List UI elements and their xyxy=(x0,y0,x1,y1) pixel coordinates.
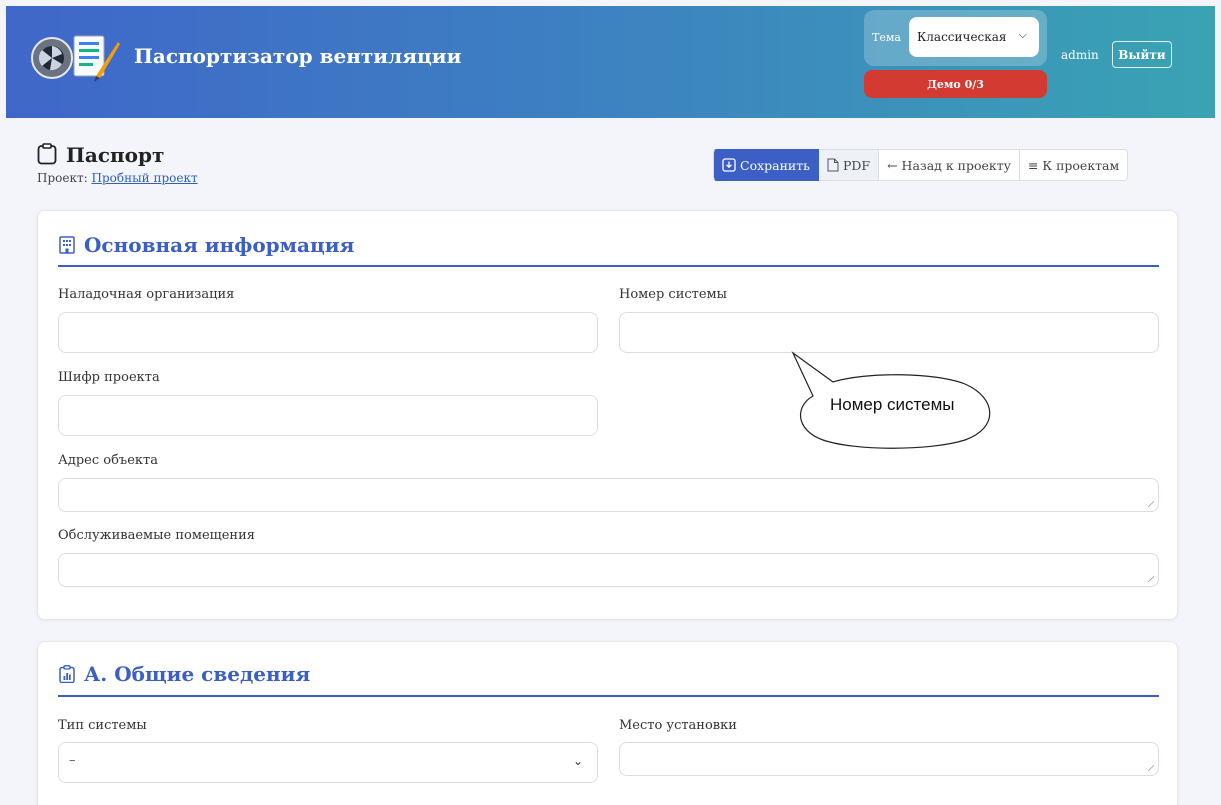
to-projects-button[interactable]: ≡ К проектам xyxy=(1019,149,1129,181)
chevron-down-icon: ⌄ xyxy=(572,754,583,768)
user-name: admin xyxy=(1061,48,1099,62)
resize-handle-icon[interactable] xyxy=(1147,575,1154,582)
pdf-label: PDF xyxy=(842,157,871,173)
cipher-label: Шифр проекта xyxy=(58,370,160,385)
save-button[interactable]: Сохранить xyxy=(713,149,819,181)
app-logo-icon xyxy=(31,35,120,82)
save-icon xyxy=(722,158,736,172)
resize-handle-icon[interactable] xyxy=(1147,764,1154,771)
pdf-button[interactable]: PDF xyxy=(818,149,880,181)
system-type-value: – xyxy=(69,753,76,768)
general-info-title: А. Общие сведения xyxy=(58,662,310,686)
cipher-input[interactable] xyxy=(58,395,598,436)
address-label: Адрес объекта xyxy=(58,453,158,468)
resize-handle-icon[interactable] xyxy=(1147,500,1154,507)
save-label: Сохранить xyxy=(740,157,810,173)
rooms-label: Обслуживаемые помещения xyxy=(58,528,255,543)
location-textarea[interactable] xyxy=(619,742,1159,776)
page-toolbar: Сохранить PDF ← Назад к проекту ≡ К прое… xyxy=(713,149,1129,181)
basic-info-title-text: Основная информация xyxy=(84,233,355,257)
theme-select-value: Классическая xyxy=(917,30,1007,44)
back-to-project-button[interactable]: ← Назад к проекту xyxy=(879,149,1020,181)
clipboard-icon xyxy=(37,143,57,165)
clipboard-chart-icon xyxy=(59,665,75,683)
address-textarea[interactable] xyxy=(58,478,1159,512)
callout-text: Номер системы xyxy=(830,395,955,414)
general-info-title-text: А. Общие сведения xyxy=(84,662,311,686)
rooms-textarea[interactable] xyxy=(58,553,1159,587)
location-label: Место установки xyxy=(619,718,737,733)
system-type-label: Тип системы xyxy=(58,718,147,733)
project-prefix: Проект: xyxy=(37,171,88,185)
basic-info-title: Основная информация xyxy=(58,233,354,257)
system-number-label: Номер системы xyxy=(619,287,727,302)
theme-label: Тема xyxy=(872,31,901,44)
system-type-select[interactable]: – ⌄ xyxy=(58,742,598,783)
chevron-down-icon: ⌵ xyxy=(1018,28,1027,41)
org-input[interactable] xyxy=(58,312,598,353)
demo-badge: Демо 0/3 xyxy=(864,70,1047,98)
project-link[interactable]: Пробный проект xyxy=(91,171,197,185)
building-icon xyxy=(59,236,75,254)
system-number-input[interactable] xyxy=(619,312,1159,353)
section-divider xyxy=(58,265,1159,267)
logout-button[interactable]: Выйти xyxy=(1112,41,1172,68)
file-pdf-icon xyxy=(827,158,839,172)
section-divider xyxy=(58,695,1159,697)
theme-select[interactable]: Классическая ⌵ xyxy=(909,17,1039,57)
project-breadcrumb: Проект: Пробный проект xyxy=(37,171,198,185)
basic-info-card: Основная информация Наладочная организац… xyxy=(37,210,1178,620)
org-label: Наладочная организация xyxy=(58,287,235,302)
app-title: Паспортизатор вентиляции xyxy=(134,44,462,68)
page-title: Паспорт xyxy=(66,143,165,167)
general-info-card: А. Общие сведения Тип системы – ⌄ Место … xyxy=(37,641,1178,805)
